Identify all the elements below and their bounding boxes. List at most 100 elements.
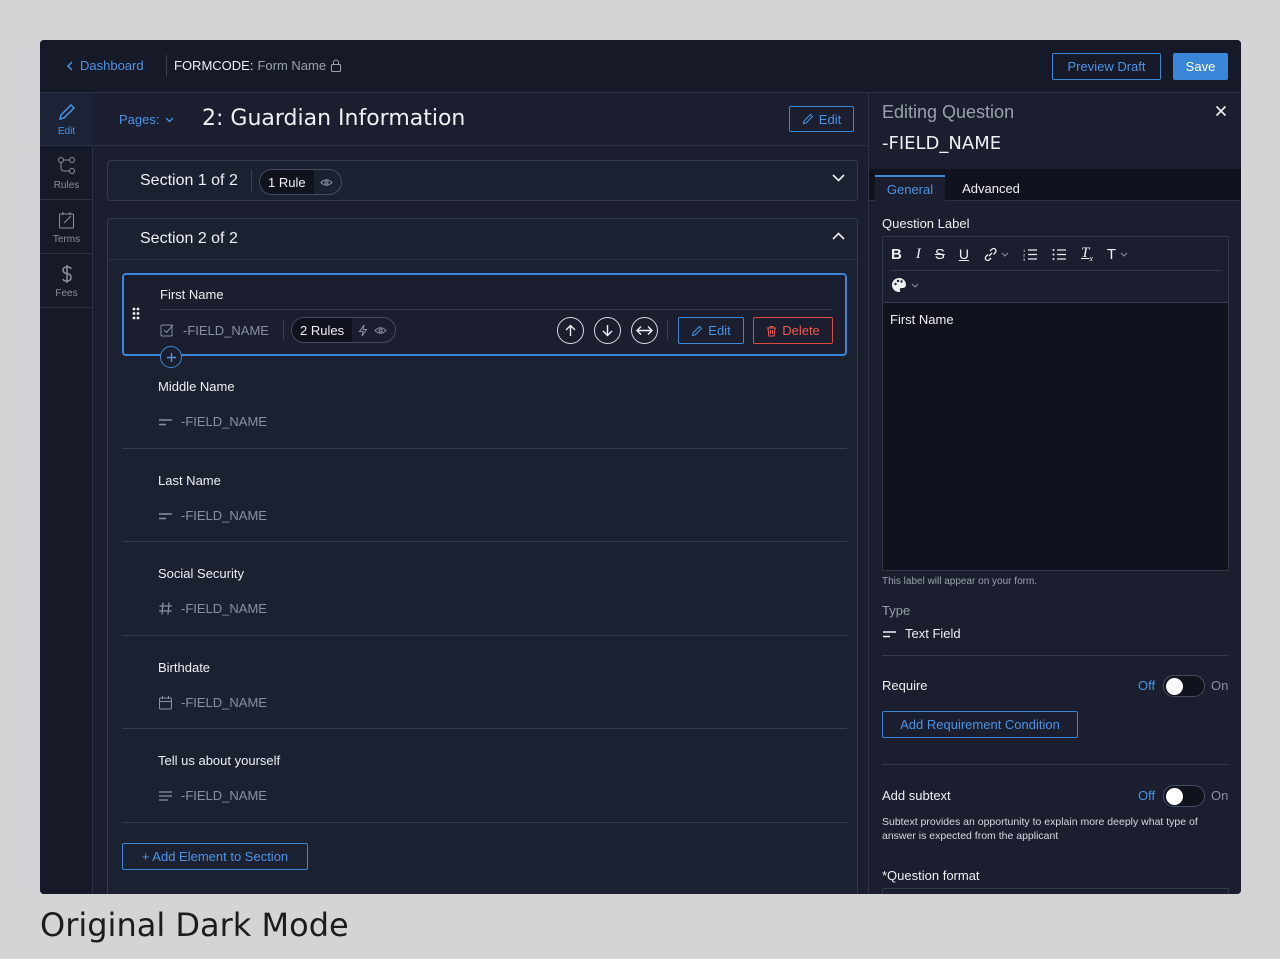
save-button[interactable]: Save — [1173, 53, 1228, 80]
divider — [251, 170, 252, 192]
dollar-icon — [61, 264, 72, 283]
back-link[interactable]: Dashboard — [66, 58, 144, 73]
question-field-name: -FIELD_NAME — [160, 323, 269, 338]
require-label: Require — [882, 678, 928, 693]
edit-page-label: Edit — [818, 111, 842, 127]
add-element-button[interactable]: + Add Element to Section — [122, 843, 308, 870]
section-2: Section 2 of 2 First Name -FIELD_NAME 2 … — [107, 218, 858, 894]
subtext-description: Subtext provides an opportunity to expla… — [882, 816, 1198, 842]
panel-title: Editing Question — [882, 102, 1015, 122]
rules-pill-icons — [352, 324, 395, 337]
type-value-text: Text Field — [905, 626, 961, 641]
label-hint: This label will appear on your form. — [882, 576, 1038, 587]
panel-tabs: General Advanced — [869, 169, 1241, 201]
question-card-selected[interactable]: First Name -FIELD_NAME 2 Rules Edit Dele… — [122, 273, 847, 368]
clear-format-icon[interactable]: Tx — [1081, 245, 1093, 263]
trash-icon — [767, 325, 777, 336]
rail-item-terms[interactable]: Terms — [40, 201, 93, 254]
strikethrough-icon[interactable]: S — [935, 246, 945, 263]
rules-count: 1 Rule — [260, 170, 314, 194]
chevron-down-icon — [166, 117, 174, 122]
section-header[interactable]: Section 1 of 2 1 Rule — [108, 161, 857, 202]
terms-icon — [58, 211, 74, 228]
question-label: Last Name — [158, 473, 221, 488]
field-name-text: -FIELD_NAME — [181, 414, 267, 429]
chevron-down-icon[interactable] — [832, 174, 845, 182]
toggle-on-label: On — [1211, 788, 1229, 803]
lightning-icon — [358, 324, 368, 336]
pencil-icon — [692, 325, 703, 336]
main-editor: Pages: 2: Guardian Information Edit Sect… — [94, 93, 868, 894]
rules-pill-icons — [314, 178, 341, 187]
lock-icon — [331, 59, 342, 72]
question-card[interactable]: Birthdate -FIELD_NAME — [122, 636, 847, 729]
require-toggle[interactable] — [1163, 675, 1205, 697]
question-field-name: -FIELD_NAME — [158, 414, 267, 429]
rail-item-label: Edit — [57, 125, 76, 137]
tab-general[interactable]: General — [875, 175, 945, 201]
question-format-label: *Question format — [882, 868, 980, 883]
svg-text:3: 3 — [1023, 257, 1026, 261]
editor-content[interactable]: First Name — [890, 312, 954, 327]
eye-icon — [374, 326, 387, 334]
italic-icon[interactable]: I — [916, 246, 921, 263]
calendar-icon — [159, 696, 172, 710]
editing-panel: Editing Question -FIELD_NAME General Adv… — [868, 93, 1241, 894]
chevron-up-icon[interactable] — [832, 232, 845, 240]
text-size-icon[interactable]: T — [1107, 246, 1128, 263]
drag-handle-icon[interactable] — [132, 307, 140, 320]
close-icon[interactable] — [1215, 105, 1227, 117]
rail-item-edit[interactable]: Edit — [40, 93, 93, 146]
section-header[interactable]: Section 2 of 2 — [108, 219, 857, 260]
ordered-list-icon[interactable]: 123 — [1023, 248, 1038, 261]
question-card[interactable]: Social Security -FIELD_NAME — [122, 543, 847, 636]
divider — [283, 320, 284, 340]
pages-dropdown[interactable]: Pages: — [119, 112, 174, 127]
question-field-name: -FIELD_NAME — [158, 508, 267, 523]
rail-item-fees[interactable]: Fees — [40, 255, 93, 308]
question-card[interactable]: Last Name -FIELD_NAME — [122, 449, 847, 542]
bold-icon[interactable]: B — [891, 246, 902, 263]
rail-item-rules[interactable]: Rules — [40, 147, 93, 200]
add-requirement-button[interactable]: Add Requirement Condition — [882, 711, 1078, 738]
rules-pill[interactable]: 2 Rules — [291, 317, 397, 343]
link-icon[interactable] — [983, 247, 1009, 262]
question-format-select[interactable] — [882, 888, 1229, 894]
resize-width-button[interactable] — [631, 317, 658, 344]
arrow-up-icon — [565, 324, 576, 336]
question-card[interactable]: Middle Name -FIELD_NAME — [122, 356, 847, 449]
rules-pill[interactable]: 1 Rule — [259, 169, 342, 195]
pencil-icon — [58, 103, 75, 120]
section-title: Section 1 of 2 — [140, 172, 238, 189]
question-field-name: -FIELD_NAME — [158, 601, 267, 616]
delete-question-button[interactable]: Delete — [753, 317, 833, 344]
underline-icon[interactable]: U — [959, 246, 969, 262]
question-field-name: -FIELD_NAME — [158, 695, 267, 710]
subtext-toggle[interactable] — [1163, 785, 1205, 807]
field-name-text: -FIELD_NAME — [181, 788, 267, 803]
form-name: Form Name — [257, 58, 327, 73]
toggle-knob — [1166, 788, 1183, 805]
tab-advanced[interactable]: Advanced — [953, 175, 1029, 201]
move-down-button[interactable] — [594, 317, 621, 344]
preview-draft-button[interactable]: Preview Draft — [1052, 53, 1161, 80]
color-picker[interactable] — [891, 277, 919, 293]
type-label: Type — [882, 603, 911, 618]
bullet-list-icon[interactable] — [1052, 248, 1067, 261]
rules-icon — [57, 156, 75, 174]
rail-item-label: Rules — [53, 179, 80, 191]
edit-page-button[interactable]: Edit — [789, 106, 854, 132]
move-up-button[interactable] — [557, 317, 584, 344]
subtext-toggle-row: Add subtext Off On — [882, 785, 1229, 807]
section-1[interactable]: Section 1 of 2 1 Rule — [107, 160, 858, 201]
formcode-label: FORMCODE: — [174, 58, 254, 73]
toolbar-row: B I S U 123 Tx T — [891, 245, 1128, 263]
question-card[interactable]: Tell us about yourself -FIELD_NAME — [122, 730, 847, 823]
subtext-label: Add subtext — [882, 788, 951, 803]
rich-text-editor[interactable]: B I S U 123 Tx T First Name — [882, 236, 1229, 571]
form-identifier: FORMCODE: Form Name — [174, 58, 342, 73]
edit-question-button[interactable]: Edit — [678, 317, 744, 344]
question-label: Birthdate — [158, 660, 211, 675]
question-label: Tell us about yourself — [158, 753, 281, 768]
rules-count: 2 Rules — [292, 318, 353, 342]
